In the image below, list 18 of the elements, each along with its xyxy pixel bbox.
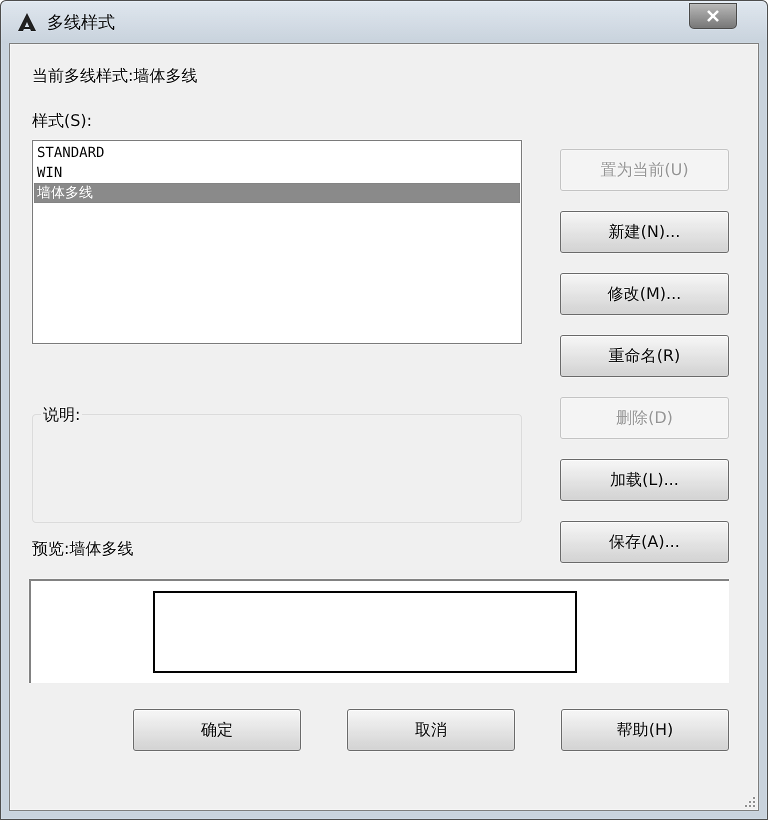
resize-grip-icon [744,796,756,808]
dialog-button[interactable]: 确定 [133,709,301,751]
close-icon [706,10,720,22]
triangle-logo-icon [17,12,37,32]
dialog-button[interactable]: 重命名(R) [560,335,729,377]
style-list-item[interactable]: STANDARD [34,143,520,163]
dialog-button[interactable]: 保存(A)... [560,521,729,563]
current-style-label: 当前多线样式:墙体多线 [32,66,198,87]
dialog-button[interactable]: 帮助(H) [561,709,729,751]
dialog-button[interactable]: 加载(L)... [560,459,729,501]
dialog-button[interactable]: 取消 [347,709,515,751]
style-list-item[interactable]: WIN [34,163,520,183]
preview-label: 预览:墙体多线 [32,539,134,560]
close-button[interactable] [689,3,737,29]
window-title: 多线样式 [47,12,116,34]
dialog-button[interactable]: 新建(N)... [560,211,729,253]
styles-label: 样式(S): [32,111,94,132]
dialog-button[interactable]: 修改(M)... [560,273,729,315]
